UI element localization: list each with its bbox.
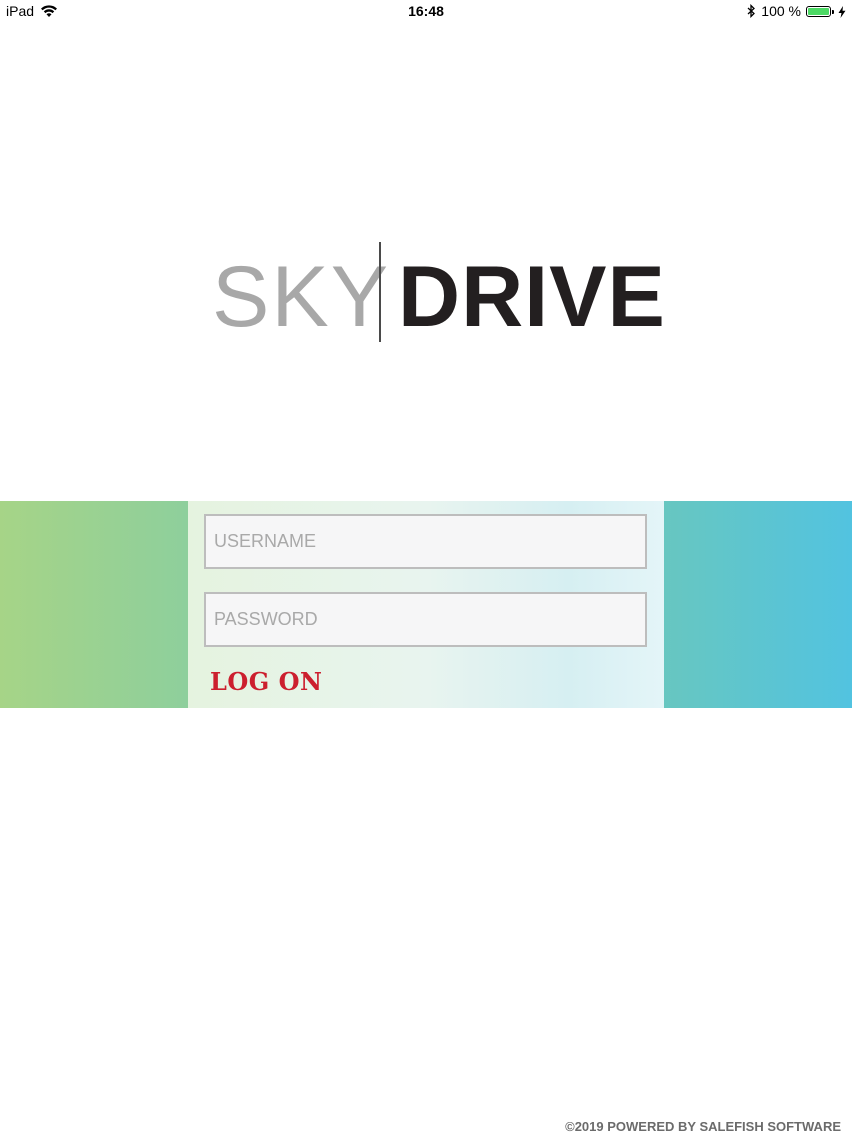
status-bar: iPad 16:48 100 % <box>0 0 852 24</box>
status-time: 16:48 <box>408 3 444 19</box>
charging-icon <box>838 5 846 18</box>
password-field[interactable] <box>204 592 647 647</box>
login-panel: LOG ON <box>188 501 664 708</box>
logo-divider <box>379 242 381 342</box>
battery-icon <box>806 5 834 17</box>
username-field[interactable] <box>204 514 647 569</box>
bluetooth-icon <box>747 3 756 19</box>
logo-sky-text: SKY <box>212 249 391 345</box>
status-right: 100 % <box>747 3 846 19</box>
login-screen: iPad 16:48 100 % SKY DRIVE USERNAME LOG … <box>0 0 852 1136</box>
app-logo: SKY DRIVE <box>210 242 665 345</box>
battery-percent: 100 % <box>761 3 801 19</box>
battery-fill <box>808 7 829 15</box>
log-on-button[interactable]: LOG ON <box>210 667 322 696</box>
footer-copyright: ©2019 POWERED BY SALEFISH SOFTWARE <box>565 1119 841 1134</box>
logo-drive-text: DRIVE <box>398 249 666 345</box>
login-band: LOG ON <box>0 501 852 708</box>
